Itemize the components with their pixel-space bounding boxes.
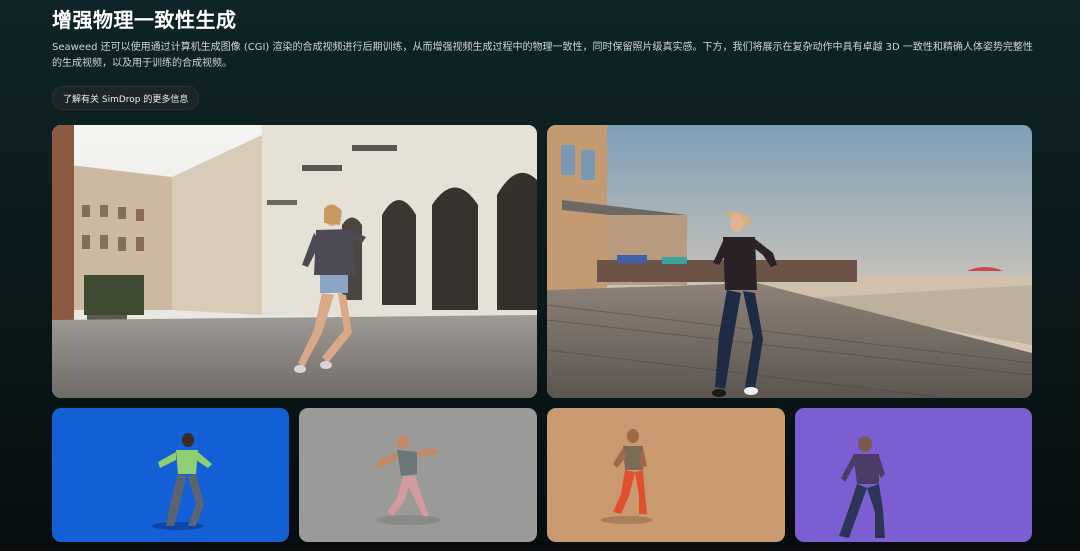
street-scene-image	[52, 125, 537, 398]
cgi-dancer-purple-image	[839, 436, 885, 538]
cgi-dancer-tan-image	[601, 429, 653, 524]
synthetic-video-gray[interactable]	[299, 408, 537, 542]
cgi-dancer-gray-image	[375, 435, 441, 525]
section-description: Seaweed 还可以使用通过计算机生成图像 (CGI) 渲染的合成视频进行后期…	[52, 42, 1033, 69]
generated-video-beach-dancer[interactable]	[547, 125, 1032, 398]
synthetic-video-purple[interactable]	[795, 408, 1032, 542]
generated-video-street-dancer[interactable]	[52, 125, 537, 398]
section-title: 增强物理一致性生成	[52, 8, 237, 32]
synthetic-video-blue[interactable]	[52, 408, 289, 542]
learn-more-simdrop-button[interactable]: 了解有关 SimDrop 的更多信息	[52, 86, 200, 110]
synthetic-video-tan[interactable]	[547, 408, 785, 542]
beach-scene-image	[547, 125, 1032, 398]
cgi-dancer-blue-image	[152, 433, 212, 530]
